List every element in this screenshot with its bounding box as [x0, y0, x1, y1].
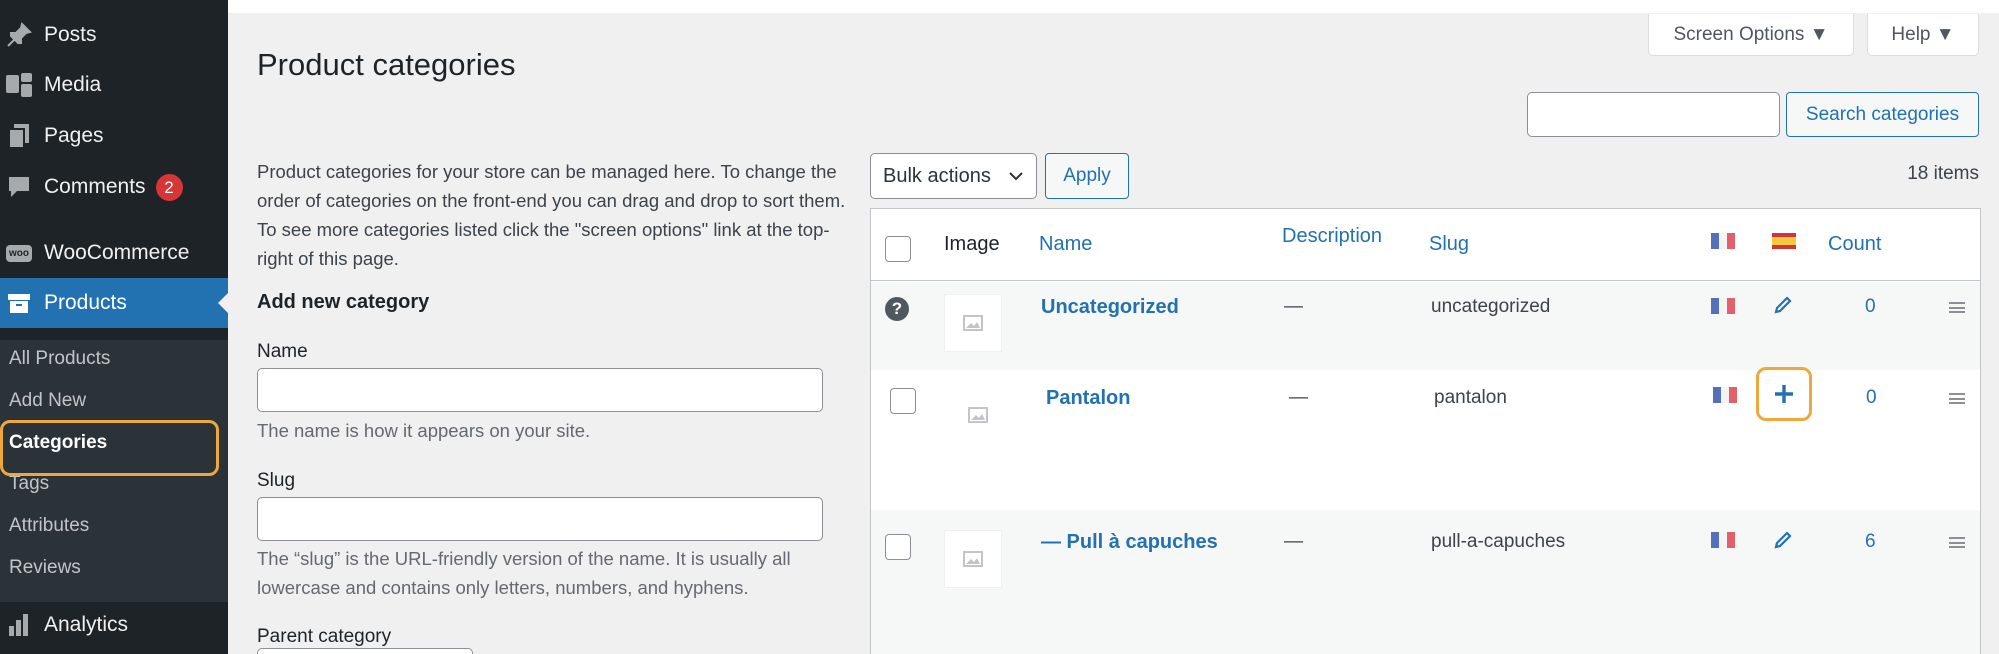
comment-count-badge: 2	[155, 173, 183, 201]
french-flag-icon	[1711, 298, 1735, 314]
help-circle-icon: ?	[885, 297, 909, 321]
submenu-tags[interactable]: Tags	[9, 473, 49, 495]
column-image: Image	[944, 233, 1000, 255]
menu-item-analytics[interactable]: Analytics	[0, 600, 228, 650]
column-count[interactable]: Count	[1828, 233, 1881, 256]
placeholder-image-icon	[944, 294, 1002, 352]
chevron-down-icon	[1009, 172, 1023, 181]
column-description[interactable]: Description	[1282, 225, 1382, 248]
media-icon	[4, 70, 34, 100]
slug-help-text: The “slug” is the URL-friendly version o…	[257, 548, 791, 598]
menu-item-media[interactable]: Media	[0, 60, 228, 110]
table-row: ? Uncategorized — uncategorized 0	[871, 282, 1980, 378]
name-label: Name	[257, 341, 308, 362]
menu-label: Comments 2	[44, 173, 183, 201]
french-flag-icon	[1711, 233, 1735, 249]
column-slug[interactable]: Slug	[1429, 233, 1469, 256]
archive-icon	[4, 288, 34, 318]
submenu-all-products[interactable]: All Products	[9, 348, 110, 370]
apply-button[interactable]: Apply	[1045, 153, 1129, 199]
category-count-link[interactable]: 6	[1865, 531, 1876, 553]
menu-label: Pages	[44, 124, 104, 147]
category-slug: uncategorized	[1431, 296, 1551, 317]
drag-handle-icon[interactable]	[1949, 393, 1965, 404]
slug-field[interactable]	[257, 497, 823, 541]
category-description: —	[1284, 531, 1303, 552]
admin-sidebar: Posts Media Pages Comments 2 woo WooComme…	[0, 0, 228, 654]
column-name[interactable]: Name	[1039, 233, 1092, 256]
parent-category-label: Parent category	[257, 626, 392, 647]
table-header: Image Name Description Slug Count	[871, 209, 1980, 281]
menu-label: Products	[44, 291, 127, 314]
category-name-link[interactable]: Uncategorized	[1041, 296, 1179, 319]
plus-icon	[1775, 385, 1793, 403]
category-name-link[interactable]: — Pull à capuches	[1041, 531, 1218, 554]
submenu-attributes[interactable]: Attributes	[9, 515, 89, 537]
menu-item-products[interactable]: Products	[0, 278, 228, 328]
menu-label: Media	[44, 73, 102, 96]
pages-icon	[4, 121, 34, 151]
pin-icon	[4, 20, 34, 50]
slug-label: Slug	[257, 470, 296, 491]
pencil-icon[interactable]	[1772, 529, 1794, 551]
row-checkbox[interactable]	[890, 388, 916, 414]
submenu-reviews[interactable]: Reviews	[9, 557, 81, 579]
category-count-link[interactable]: 0	[1865, 296, 1876, 318]
bulk-actions-select[interactable]: Bulk actions	[870, 153, 1037, 199]
menu-item-comments[interactable]: Comments 2	[0, 162, 228, 212]
placeholder-image-icon	[944, 530, 1002, 588]
drag-handle-icon[interactable]	[1949, 302, 1965, 313]
submenu-add-new[interactable]: Add New	[9, 390, 86, 412]
add-new-category-heading: Add new category	[257, 291, 430, 313]
french-flag-icon	[1711, 532, 1735, 548]
items-count: 18 items	[1907, 163, 1979, 184]
name-field[interactable]	[257, 368, 823, 412]
categories-highlight-ring	[0, 420, 219, 476]
bar-chart-icon	[4, 610, 34, 640]
category-slug: pull-a-capuches	[1431, 531, 1566, 552]
menu-label: Posts	[44, 23, 97, 46]
spanish-flag-icon	[1772, 233, 1796, 249]
menu-item-pages[interactable]: Pages	[0, 111, 228, 161]
category-description: —	[1289, 387, 1308, 408]
name-help-text: The name is how it appears on your site.	[257, 420, 591, 441]
french-flag-icon	[1713, 387, 1737, 403]
search-categories-button[interactable]: Search categories	[1786, 92, 1979, 137]
top-strip	[228, 0, 1999, 13]
table-row: — Pull à capuches — pull-a-capuches 6	[871, 510, 1980, 654]
add-translation-button[interactable]	[1756, 367, 1812, 421]
search-input[interactable]	[1527, 92, 1780, 137]
menu-label: WooCommerce	[44, 241, 190, 264]
menu-item-posts[interactable]: Posts	[0, 10, 228, 60]
table-row: Pantalon — pantalon 0	[871, 367, 1980, 510]
woocommerce-icon: woo	[4, 238, 34, 268]
category-slug: pantalon	[1434, 387, 1507, 408]
drag-handle-icon[interactable]	[1949, 537, 1965, 548]
menu-label: Analytics	[44, 613, 129, 636]
screen-options-button[interactable]: Screen Options ▼	[1648, 14, 1854, 56]
help-button[interactable]: Help ▼	[1867, 14, 1979, 56]
category-description: —	[1284, 296, 1303, 317]
categories-table: Image Name Description Slug Count ? Unca…	[870, 208, 1981, 654]
row-checkbox[interactable]	[885, 534, 911, 560]
placeholder-image-icon	[949, 386, 1007, 444]
parent-category-select[interactable]	[257, 648, 473, 654]
pencil-icon[interactable]	[1772, 294, 1794, 316]
category-count-link[interactable]: 0	[1866, 387, 1877, 409]
select-all-checkbox[interactable]	[885, 236, 911, 262]
comment-icon	[4, 172, 34, 202]
page-title: Product categories	[257, 47, 516, 82]
menu-item-woocommerce[interactable]: woo WooCommerce	[0, 228, 228, 278]
category-name-link[interactable]: Pantalon	[1046, 387, 1130, 410]
current-menu-arrow	[218, 293, 228, 313]
intro-text: Product categories for your store can be…	[257, 161, 846, 269]
